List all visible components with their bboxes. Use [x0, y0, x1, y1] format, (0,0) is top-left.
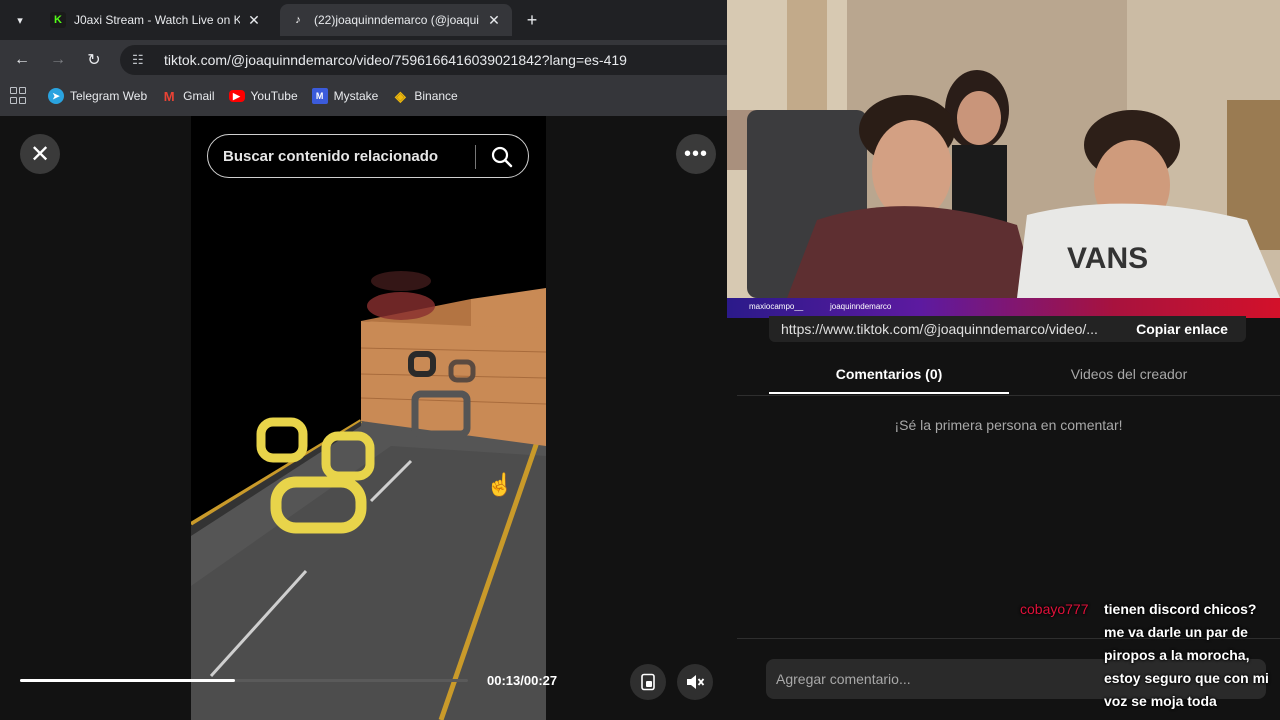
bookmark-label: YouTube — [250, 89, 298, 103]
bookmarks-bar: ➤ Telegram Web M Gmail ▶ YouTube M Mysta… — [0, 82, 727, 110]
bookmark-label: Gmail — [183, 89, 215, 103]
tiktok-icon: ♪ — [295, 14, 301, 26]
bookmark-binance[interactable]: ◈ Binance — [392, 87, 458, 104]
tab-creator-videos[interactable]: Videos del creador — [1009, 358, 1249, 394]
bookmark-gmail[interactable]: M Gmail — [161, 88, 215, 104]
reload-icon[interactable]: ↻ — [82, 48, 106, 72]
comment-placeholder: Agregar comentario... — [776, 671, 911, 687]
kick-icon: K — [50, 12, 66, 28]
tab-close-icon[interactable]: ✕ — [246, 12, 262, 29]
telegram-icon: ➤ — [48, 88, 64, 104]
youtube-icon: ▶ — [228, 90, 245, 102]
bookmark-label: Telegram Web — [70, 89, 148, 103]
chat-text: tienen discord chicos? me va darle un pa… — [1104, 601, 1269, 709]
webcam-overlay: VANS maxiocampo__ joaquinndemarco — [727, 0, 1280, 318]
search-divider — [475, 145, 476, 169]
video-progress-bar[interactable] — [20, 679, 468, 682]
apps-grid-icon[interactable] — [10, 87, 28, 105]
bookmark-mystake[interactable]: M Mystake — [311, 88, 379, 104]
tab-comments[interactable]: Comentarios (0) — [769, 358, 1009, 394]
related-search-input[interactable]: Buscar contenido relacionado — [207, 134, 529, 178]
tab-kick-stream[interactable]: K J0axi Stream - Watch Live on Ki ✕ — [40, 4, 272, 36]
tab-title: (22)joaquinndemarco (@joaqui — [314, 13, 479, 27]
search-icon[interactable] — [490, 145, 514, 169]
tab-close-icon[interactable]: ✕ — [486, 12, 502, 29]
webcam-name-right: joaquinndemarco — [830, 302, 892, 311]
mute-button[interactable] — [677, 664, 713, 700]
video-time: 00:13/00:27 — [487, 673, 558, 688]
share-link-row: https://www.tiktok.com/@joaquinndemarco/… — [769, 316, 1246, 342]
bookmark-label: Binance — [414, 89, 458, 103]
picture-in-picture-icon — [641, 673, 655, 691]
bookmark-youtube[interactable]: ▶ YouTube — [228, 89, 298, 103]
screen: ▾ K J0axi Stream - Watch Live on Ki ✕ ♪ … — [0, 0, 1280, 720]
panel-tabs: Comentarios (0) Videos del creador — [769, 358, 1249, 394]
webcam-image: VANS — [727, 0, 1280, 298]
mystake-icon: M — [311, 88, 328, 104]
more-options-button[interactable]: ••• — [676, 134, 716, 174]
browser-toolbar: ← → ↻ ☷ tiktok.com/@joaquinndemarco/vide… — [0, 40, 740, 80]
close-video-button[interactable]: ✕ — [20, 134, 60, 174]
share-link-url[interactable]: https://www.tiktok.com/@joaquinndemarco/… — [781, 321, 1118, 337]
address-bar[interactable]: ☷ tiktok.com/@joaquinndemarco/video/7596… — [120, 45, 740, 75]
chat-username: cobayo777 — [1020, 601, 1089, 617]
binance-icon: ◈ — [394, 87, 406, 104]
video-frame-image — [191, 116, 546, 720]
floating-player-button[interactable] — [630, 664, 666, 700]
webcam-name-bar — [727, 298, 1280, 318]
video-progress-fill — [20, 679, 236, 682]
gmail-icon: M — [163, 88, 175, 104]
svg-text:VANS: VANS — [1067, 242, 1148, 275]
tab-strip: ▾ K J0axi Stream - Watch Live on Ki ✕ ♪ … — [0, 0, 727, 40]
volume-muted-icon — [687, 675, 705, 689]
tab-tiktok[interactable]: ♪ (22)joaquinndemarco (@joaqui ✕ — [280, 4, 512, 36]
search-placeholder: Buscar contenido relacionado — [223, 147, 439, 165]
tabs-divider — [737, 395, 1280, 396]
video-viewer: ✕ ••• Buscar contenido relacionado 00:13… — [0, 116, 737, 720]
webcam-name-left: maxiocampo__ — [749, 302, 804, 311]
back-arrow-icon[interactable]: ← — [10, 48, 34, 72]
copy-link-button[interactable]: Copiar enlace — [1118, 321, 1246, 337]
no-comments-message: ¡Sé la primera persona en comentar! — [894, 417, 1123, 433]
mouse-cursor-icon: ☝ — [486, 472, 514, 497]
new-tab-plus-icon[interactable]: + — [520, 8, 544, 32]
bookmark-telegram[interactable]: ➤ Telegram Web — [48, 88, 147, 104]
site-info-icon[interactable]: ☷ — [132, 52, 150, 68]
browser-chrome: ▾ K J0axi Stream - Watch Live on Ki ✕ ♪ … — [0, 0, 740, 116]
tab-search-chevron-icon[interactable]: ▾ — [8, 8, 32, 32]
bookmark-label: Mystake — [333, 89, 379, 103]
video-player[interactable] — [191, 116, 546, 720]
address-text: tiktok.com/@joaquinndemarco/video/759616… — [164, 52, 627, 68]
tab-title: J0axi Stream - Watch Live on Ki — [74, 13, 240, 27]
forward-arrow-icon[interactable]: → — [46, 48, 70, 72]
